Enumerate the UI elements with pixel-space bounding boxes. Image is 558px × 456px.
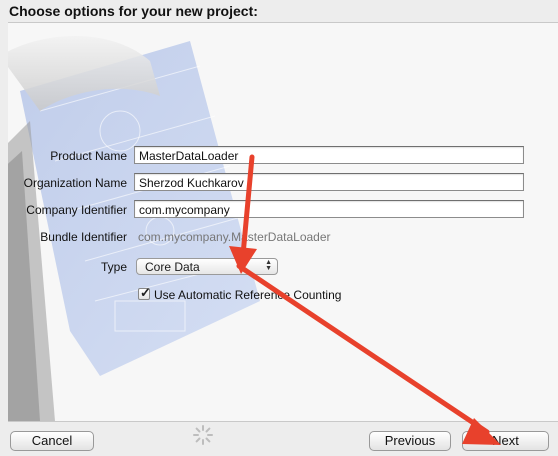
type-label: Type [100, 260, 127, 274]
cancel-button[interactable]: Cancel [10, 431, 94, 451]
bundle-identifier-label: Bundle Identifier [40, 230, 127, 244]
type-popup[interactable]: Core Data ▲ ▼ [136, 258, 278, 275]
new-project-dialog: Choose options for your new project: Pro… [0, 0, 558, 456]
next-button[interactable]: Next [462, 431, 549, 451]
product-name-field[interactable]: MasterDataLoader [134, 146, 524, 164]
product-name-label: Product Name [50, 149, 127, 163]
progress-spinner-icon [193, 425, 213, 445]
company-identifier-field[interactable]: com.mycompany [134, 200, 524, 218]
arc-checkbox[interactable]: ✓ [138, 285, 151, 300]
organization-name-field[interactable]: Sherzod Kuchkarov [134, 173, 524, 191]
xcode-hammer-blueprint-icon [8, 36, 260, 421]
options-panel [8, 22, 558, 422]
company-identifier-label: Company Identifier [26, 203, 127, 217]
arc-checkbox-label[interactable]: Use Automatic Reference Counting [154, 288, 341, 302]
chevron-updown-icon: ▲ ▼ [265, 259, 272, 272]
checkmark-icon: ✓ [140, 285, 151, 300]
organization-name-label: Organization Name [23, 176, 127, 190]
dialog-title: Choose options for your new project: [9, 3, 258, 19]
bundle-identifier-value: com.mycompany.MasterDataLoader [138, 230, 331, 244]
previous-button[interactable]: Previous [369, 431, 451, 451]
type-popup-value: Core Data [145, 260, 200, 274]
